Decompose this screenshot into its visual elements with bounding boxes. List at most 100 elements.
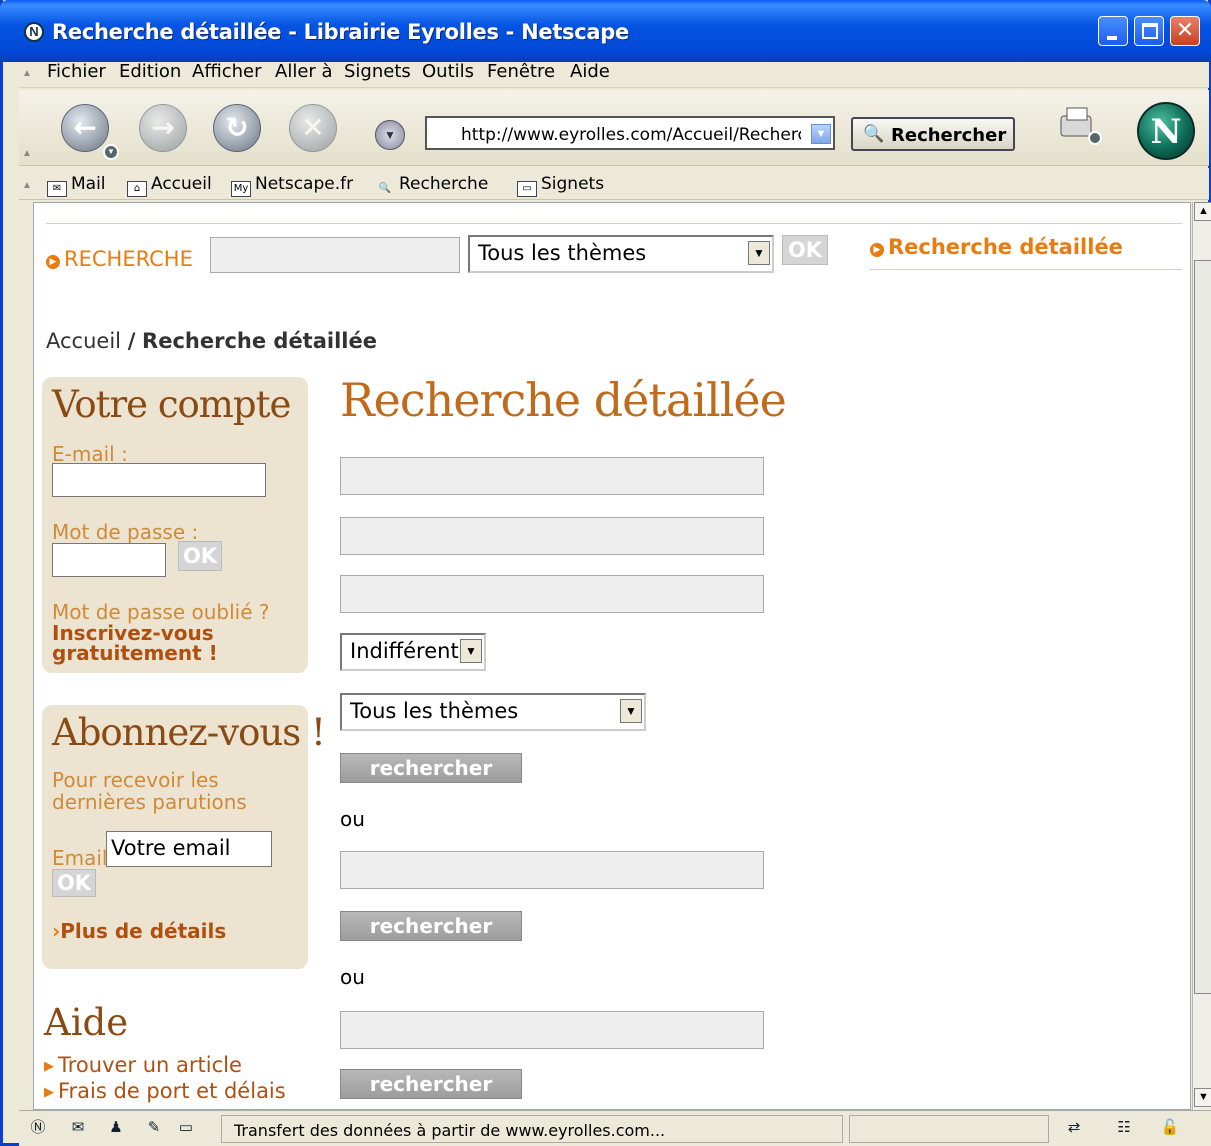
search-icon: 🔍: [378, 183, 392, 194]
more-details-link[interactable]: ›Plus de détails: [52, 921, 226, 941]
help-link-shipping[interactable]: ▶ Frais de port et délais: [44, 1079, 286, 1103]
subscribe-ok-button[interactable]: OK: [52, 869, 96, 897]
scroll-thumb[interactable]: [1194, 260, 1211, 994]
subscribe-panel: Abonnez-vous ! Pour recevoir les dernière…: [42, 705, 326, 969]
mail-icon: ✉: [47, 181, 67, 197]
scroll-up-icon[interactable]: ▲: [1194, 202, 1211, 221]
address-book-icon[interactable]: ▭: [175, 1117, 197, 1139]
bookmarks-folder-icon: ▭: [517, 181, 537, 197]
reload-button[interactable]: ↻: [213, 104, 261, 152]
breadcrumb-separator: /: [127, 329, 136, 353]
menu-afficher[interactable]: Afficher: [192, 62, 262, 82]
menu-bar: ▲ Fichier Edition Afficher Aller à Signe…: [19, 62, 1209, 88]
stop-button[interactable]: ✕: [289, 104, 337, 152]
search-field-1[interactable]: [340, 457, 764, 495]
or-label: ou: [340, 807, 365, 831]
email-field[interactable]: [52, 463, 266, 497]
window-title: Recherche détaillée - Librairie Eyrolles…: [52, 20, 629, 44]
personal-toolbar: ▲ ✉ Mail ⌂ Accueil My Netscape.fr 🔍 Recherch…: [19, 168, 1209, 200]
detailed-search-link[interactable]: ▶ Recherche détaillée: [870, 235, 1123, 259]
sidebar-gutter[interactable]: [19, 202, 33, 1110]
subscribe-description: Pour recevoir les dernières parutions: [52, 768, 247, 814]
forward-button[interactable]: →: [139, 104, 187, 152]
search-field-2[interactable]: [340, 517, 764, 555]
format-select[interactable]: Indifférent ▼: [340, 633, 486, 671]
register-link[interactable]: Inscrivez-vous gratuitement !: [52, 623, 218, 663]
menu-signets[interactable]: Signets: [344, 62, 411, 82]
search-button-3[interactable]: rechercher: [340, 1069, 522, 1099]
menu-aide[interactable]: Aide: [570, 62, 610, 82]
lock-icon[interactable]: 🔓: [1159, 1117, 1181, 1139]
search-button[interactable]: 🔍 Rechercher: [851, 117, 1015, 151]
search-button-1[interactable]: rechercher: [340, 753, 522, 783]
search-field-4[interactable]: [340, 851, 764, 889]
navigation-toolbar: ▲ ← ▼ → ↻ ✕ ▼ http://www.eyrolles.com/Ac…: [19, 90, 1209, 166]
email-label: E-mail :: [52, 442, 128, 466]
close-button[interactable]: ✕: [1170, 16, 1200, 46]
account-panel: Votre compte E-mail : Mot de passe : OK …: [42, 377, 308, 673]
menu-fenetre[interactable]: Fenêtre: [487, 62, 555, 82]
minimize-button[interactable]: [1098, 16, 1128, 46]
bookmark-mail[interactable]: ✉ Mail: [47, 174, 106, 197]
status-progress: [849, 1115, 1049, 1143]
link-underline: [870, 269, 1182, 270]
quick-search-ok-button[interactable]: OK: [782, 235, 828, 265]
bookmark-netscape[interactable]: My Netscape.fr: [231, 174, 353, 197]
menu-fichier[interactable]: Fichier: [47, 62, 106, 82]
instant-messenger-icon[interactable]: ♟: [105, 1117, 127, 1139]
chevron-right-icon: ›: [52, 919, 61, 943]
arrow-right-icon: ▶: [44, 1059, 54, 1074]
back-button[interactable]: ←: [61, 104, 109, 152]
search-field-3[interactable]: [340, 575, 764, 613]
back-history-dropdown-icon[interactable]: ▼: [103, 144, 119, 160]
bookmark-signets[interactable]: ▭ Signets: [517, 174, 604, 197]
scroll-down-icon[interactable]: ▼: [1194, 1088, 1211, 1107]
url-field[interactable]: http://www.eyrolles.com/Accueil/Recherch…: [425, 116, 835, 150]
chevron-down-icon: ▼: [748, 241, 770, 265]
bookmark-accueil[interactable]: ⌂ Accueil: [127, 174, 212, 197]
forgot-password-link[interactable]: Mot de passe oublié ?: [52, 601, 270, 623]
bullet-icon: ▶: [46, 255, 60, 269]
my-netscape-icon: My: [231, 181, 251, 197]
search-field-5[interactable]: [340, 1011, 764, 1049]
composer-icon[interactable]: ✎: [143, 1117, 165, 1139]
subscribe-email-field[interactable]: Votre email: [106, 831, 272, 867]
reload-icon: ↻: [225, 111, 249, 144]
quick-search-input[interactable]: [210, 237, 460, 273]
magnifier-icon: 🔍: [863, 124, 885, 143]
stop-x-icon: ✕: [301, 111, 325, 144]
menu-outils[interactable]: Outils: [422, 62, 474, 82]
browser-window: N Recherche détaillée - Librairie Eyroll…: [0, 0, 1211, 1146]
netscape-logo-icon[interactable]: N: [1137, 102, 1195, 160]
breadcrumb-home[interactable]: Accueil: [46, 329, 121, 353]
page-history-dropdown-icon[interactable]: ▼: [375, 120, 405, 150]
toolbar-grip-icon[interactable]: ▲: [22, 148, 32, 159]
menu-edition[interactable]: Edition: [119, 62, 181, 82]
page-content: ▶ RECHERCHE Tous les thèmes ▼ OK ▶ Recherc…: [33, 202, 1191, 1110]
breadcrumb: Accueil / Recherche détaillée: [46, 329, 377, 353]
maximize-button[interactable]: [1134, 16, 1164, 46]
title-bar: N Recherche détaillée - Librairie Eyroll…: [0, 0, 1211, 62]
print-icon[interactable]: [1055, 106, 1103, 146]
login-ok-button[interactable]: OK: [178, 541, 222, 571]
search-button-2[interactable]: rechercher: [340, 911, 522, 941]
netscape-status-icon[interactable]: Ⓝ: [27, 1117, 49, 1139]
help-link-find-article[interactable]: ▶ Trouver un article: [44, 1053, 242, 1077]
toolbar-grip-icon[interactable]: ▲: [22, 68, 32, 79]
url-dropdown-icon[interactable]: ▼: [811, 124, 831, 144]
chevron-down-icon: ▼: [460, 639, 482, 663]
bookmark-recherche[interactable]: 🔍 Recherche: [375, 174, 489, 198]
security-info-icon[interactable]: ☷: [1113, 1117, 1135, 1139]
vertical-scrollbar[interactable]: ▲ ▼: [1192, 202, 1211, 1110]
password-field[interactable]: [52, 543, 166, 577]
chevron-down-icon: ▼: [620, 699, 642, 723]
quick-theme-select[interactable]: Tous les thèmes ▼: [468, 235, 774, 273]
arrow-right-icon: ▶: [44, 1085, 54, 1100]
toolbar-grip-icon[interactable]: ▲: [22, 180, 32, 191]
bullet-icon: ▶: [870, 243, 884, 257]
online-status-icon[interactable]: ⇄: [1063, 1117, 1085, 1139]
menu-aller[interactable]: Aller à: [275, 62, 333, 82]
mail-icon[interactable]: ✉: [67, 1117, 89, 1139]
theme-select[interactable]: Tous les thèmes ▼: [340, 693, 646, 731]
netscape-title-icon: N: [24, 22, 44, 42]
